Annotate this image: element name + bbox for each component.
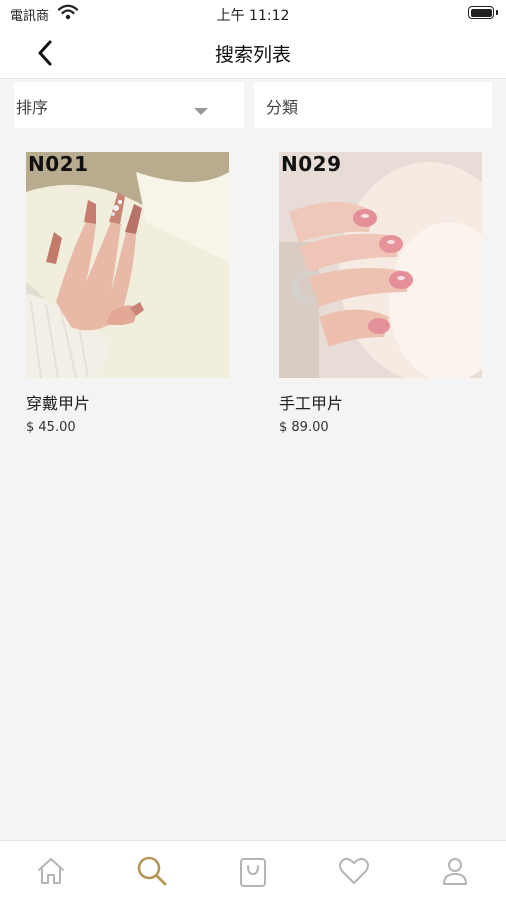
status-bar: 電訊商 上午 11:12 xyxy=(0,0,506,28)
caret-down-icon xyxy=(194,108,208,115)
tab-home[interactable] xyxy=(33,853,69,889)
page-title: 搜索列表 xyxy=(214,44,291,66)
tab-bar xyxy=(0,840,506,901)
category-label: 分類 xyxy=(266,98,299,117)
heart-icon xyxy=(339,857,369,884)
battery-tip xyxy=(496,10,498,15)
user-icon xyxy=(443,858,467,885)
product-name[interactable]: 手工甲片 xyxy=(279,390,483,414)
product-price: $ 45.00 xyxy=(26,420,76,435)
home-icon xyxy=(38,858,64,884)
tab-profile[interactable] xyxy=(437,853,473,889)
category-filter[interactable]: 分類 xyxy=(254,82,492,128)
sort-dropdown[interactable]: 排序 xyxy=(14,82,244,128)
product-image[interactable]: N029 xyxy=(279,152,482,378)
product-name[interactable]: 穿戴甲片 xyxy=(26,390,230,414)
shopping-bag-icon xyxy=(240,858,266,887)
sort-label: 排序 xyxy=(16,98,49,117)
search-icon xyxy=(137,856,167,886)
product-image[interactable]: N021 xyxy=(26,152,229,378)
product-price: $ 89.00 xyxy=(279,420,329,435)
clock: 上午 11:12 xyxy=(216,8,290,24)
tab-favorites[interactable] xyxy=(336,853,372,889)
navigation-bar: 搜索列表 xyxy=(0,28,506,79)
battery-icon xyxy=(468,6,494,19)
tab-search[interactable] xyxy=(134,853,170,889)
product-card[interactable]: N029 手工甲片 $ 89.00 xyxy=(279,152,483,435)
product-card[interactable]: N021 穿戴甲片 $ 45.00 xyxy=(26,152,230,435)
product-code: N021 xyxy=(28,152,89,176)
tab-bag[interactable] xyxy=(235,853,271,889)
product-code: N029 xyxy=(281,152,342,176)
